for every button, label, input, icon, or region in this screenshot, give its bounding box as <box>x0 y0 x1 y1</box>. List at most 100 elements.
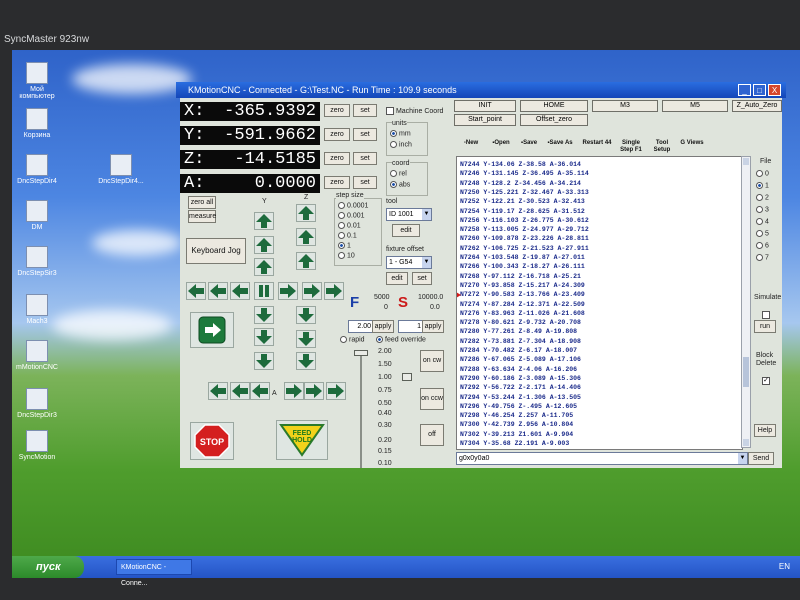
jog-y-minus-fast-button[interactable] <box>254 352 274 370</box>
radio-step-0.0001[interactable] <box>338 202 345 209</box>
spindle-on-cw-button[interactable]: on cw <box>420 350 444 372</box>
radio-file-7[interactable] <box>756 254 763 261</box>
feed-rate-input[interactable]: 2.00 <box>348 320 374 333</box>
gcode-line[interactable]: N7302 Y-39.213 Z1.601 A-9.904 <box>460 431 573 438</box>
radio-abs[interactable] <box>390 181 397 188</box>
jog-y-plus-button[interactable] <box>254 236 274 254</box>
desktop-icon-dm[interactable]: DM <box>12 200 62 231</box>
toolbar-g-views[interactable]: G Views <box>680 140 704 147</box>
m3-button[interactable]: M3 <box>592 100 658 112</box>
jog-z-minus-button[interactable] <box>296 330 316 348</box>
start-button[interactable]: пуск <box>12 556 84 578</box>
gcode-line[interactable]: N7292 Y-56.722 Z-2.171 A-14.406 <box>460 384 581 391</box>
gcode-line[interactable]: N7262 Y-106.725 Z-21.523 A-27.911 <box>460 245 589 252</box>
radio-step-0.1[interactable] <box>338 232 345 239</box>
spindle-on-ccw-button[interactable]: on ccw <box>420 388 444 410</box>
machine-coord-toggle[interactable]: Machine Coord <box>386 107 443 115</box>
units-mm[interactable]: mm <box>390 130 411 137</box>
gcode-line[interactable]: N7278 Y-80.621 Z-9.732 A-20.708 <box>460 319 581 326</box>
tool-edit-button[interactable]: edit <box>392 224 420 237</box>
gcode-line[interactable]: N7284 Y-70.482 Z-6.17 A-18.007 <box>460 347 577 354</box>
mdi-input[interactable]: g0x0y0a0 ▼ <box>456 452 748 465</box>
set-x-button[interactable]: set <box>353 104 377 117</box>
units-inch[interactable]: inch <box>390 141 412 148</box>
rapid-option[interactable]: rapid <box>340 336 365 343</box>
block-delete-checkbox[interactable]: ✓ <box>762 376 770 385</box>
jog-x-plus-fast-button[interactable] <box>324 282 344 300</box>
step-0.001[interactable]: 0.001 <box>338 212 365 219</box>
step-1[interactable]: 1 <box>338 242 351 249</box>
radio-step-0.001[interactable] <box>338 212 345 219</box>
spindle-apply-button[interactable]: apply <box>422 320 444 333</box>
jog-x-minus-fast-button[interactable] <box>186 282 206 300</box>
keyboard-jog-button[interactable]: Keyboard Jog <box>186 238 246 264</box>
gcode-line[interactable]: N7260 Y-109.878 Z-23.226 A-28.811 <box>460 235 589 242</box>
gcode-line[interactable]: N7270 Y-93.858 Z-15.217 A-24.309 <box>460 282 585 289</box>
scroll-up-icon[interactable] <box>743 158 749 165</box>
jog-pause-button[interactable] <box>254 282 274 300</box>
tray-language[interactable]: EN <box>779 556 790 578</box>
maximize-button[interactable]: □ <box>753 84 766 96</box>
gcode-line[interactable]: N7294 Y-53.244 Z-1.306 A-13.505 <box>460 394 581 401</box>
jog-y-minus-button[interactable] <box>254 328 274 346</box>
cycle-start-button[interactable] <box>190 312 234 348</box>
z-auto-zero-button[interactable]: Z_Auto_Zero <box>732 100 782 112</box>
jog-a-plus-button[interactable] <box>304 382 324 400</box>
set-y-button[interactable]: set <box>353 128 377 141</box>
home-button[interactable]: HOME <box>520 100 588 112</box>
gcode-line[interactable]: N7252 Y-122.21 Z-30.523 A-32.413 <box>460 198 585 205</box>
gcode-line[interactable]: N7290 Y-60.186 Z-3.089 A-15.306 <box>460 375 581 382</box>
radio-step-10[interactable] <box>338 252 345 259</box>
jog-z-plus-step-button[interactable] <box>296 252 316 270</box>
toolbar-save[interactable]: ▪Save <box>518 140 540 147</box>
jog-z-plus-button[interactable] <box>296 228 316 246</box>
jog-z-plus-fast-button[interactable] <box>296 204 316 222</box>
gcode-line[interactable]: N7296 Y-49.756 Z-.495 A-12.605 <box>460 403 577 410</box>
offset-zero-button[interactable]: Offset_zero <box>520 114 588 126</box>
radio-step-0.01[interactable] <box>338 222 345 229</box>
file-option-2[interactable]: 2 <box>756 194 769 201</box>
radio-file-1[interactable] <box>756 182 763 189</box>
jog-y-plus-step-button[interactable] <box>254 258 274 276</box>
zero-all-button[interactable]: zero all <box>188 196 216 209</box>
taskbar-item-kmotioncnc[interactable]: KMotionCNC - Conne... <box>116 559 192 587</box>
radio-file-0[interactable] <box>756 170 763 177</box>
radio-rapid[interactable] <box>340 336 347 343</box>
close-button[interactable]: X <box>768 84 781 96</box>
gcode-line[interactable]: N7246 Y-131.145 Z-36.495 A-35.114 <box>460 170 589 177</box>
scroll-thumb[interactable] <box>743 357 749 387</box>
zero-z-button[interactable]: zero <box>324 152 350 165</box>
feed-apply-button[interactable]: apply <box>372 320 394 333</box>
gcode-line[interactable]: N7250 Y-125.221 Z-32.467 A-33.313 <box>460 189 589 196</box>
step-10[interactable]: 10 <box>338 252 355 259</box>
desktop-icon-dncstepdir4[interactable]: DncStepDir4 <box>12 154 62 185</box>
radio-file-2[interactable] <box>756 194 763 201</box>
radio-file-6[interactable] <box>756 242 763 249</box>
file-option-0[interactable]: 0 <box>756 170 769 177</box>
fixture-set-button[interactable]: set <box>412 272 432 285</box>
desktop-icon-syncmotion[interactable]: SyncMotion <box>12 430 62 461</box>
file-option-5[interactable]: 5 <box>756 230 769 237</box>
desktop-icon-dncstepdir3[interactable]: DncStepDir3 <box>12 388 62 419</box>
radio-mm[interactable] <box>390 130 397 137</box>
run-button[interactable]: run <box>754 320 776 333</box>
gcode-line[interactable]: N7264 Y-103.548 Z-19.87 A-27.011 <box>460 254 585 261</box>
gcode-line[interactable]: N7276 Y-83.963 Z-11.026 A-21.608 <box>460 310 585 317</box>
jog-a-plus-step-button[interactable] <box>284 382 304 400</box>
feed-override-option[interactable]: feed override <box>376 336 426 343</box>
jog-x-minus-button[interactable] <box>208 282 228 300</box>
coord-rel[interactable]: rel <box>390 170 407 177</box>
gcode-line[interactable]: N7286 Y-67.065 Z-5.089 A-17.106 <box>460 356 581 363</box>
toolbar-save-as[interactable]: ▪Save As <box>546 140 574 147</box>
scroll-down-icon[interactable] <box>743 439 749 446</box>
toolbar-new[interactable]: ▫New <box>460 140 482 147</box>
desktop-icon-kmotioncnc[interactable]: mMotionCNC <box>12 340 62 371</box>
gcode-scrollbar[interactable] <box>741 156 751 448</box>
send-button[interactable]: Send <box>748 452 774 465</box>
machine-coord-checkbox[interactable] <box>386 107 394 115</box>
measure-button[interactable]: measure <box>188 210 216 223</box>
gcode-line[interactable]: N7258 Y-113.005 Z-24.977 A-29.712 <box>460 226 589 233</box>
desktop-icon-mach3[interactable]: Mach3 <box>12 294 62 325</box>
gcode-line[interactable]: N7280 Y-77.261 Z-8.49 A-19.808 <box>460 328 577 335</box>
jog-a-minus-step-button[interactable] <box>250 382 270 400</box>
